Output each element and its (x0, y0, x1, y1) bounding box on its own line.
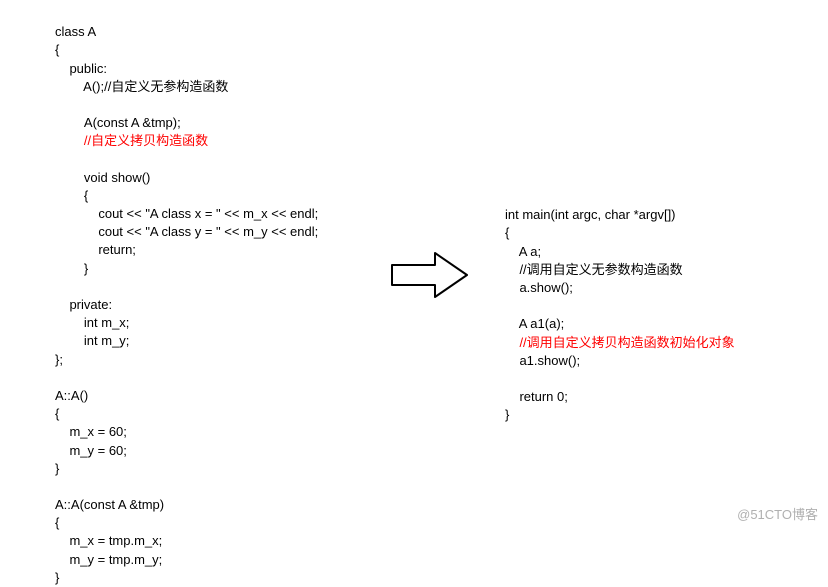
code-line: } (505, 407, 509, 422)
code-line: m_x = 60; (55, 424, 127, 439)
code-line: int m_x; (55, 315, 129, 330)
code-line: m_x = tmp.m_x; (55, 533, 162, 548)
code-line: { (55, 42, 59, 57)
code-line: public: (55, 61, 107, 76)
watermark-text: @51CTO博客 (737, 504, 818, 523)
code-line: { (55, 406, 59, 421)
code-line: int m_y; (55, 333, 129, 348)
arrow-icon (390, 250, 470, 303)
code-line: { (505, 225, 509, 240)
code-line: }; (55, 352, 63, 367)
code-line: m_y = 60; (55, 443, 127, 458)
code-line-highlight: //自定义拷贝构造函数 (55, 133, 208, 148)
left-code-block: class A { public: A();//自定义无参构造函数 A(cons… (55, 5, 318, 587)
code-line: class A (55, 24, 96, 39)
code-line: return 0; (505, 389, 568, 404)
code-line: A a; (505, 244, 541, 259)
code-line: } (55, 461, 59, 476)
code-line: { (55, 188, 88, 203)
code-line: A a1(a); (505, 316, 564, 331)
code-line-highlight: //调用自定义拷贝构造函数初始化对象 (505, 335, 735, 350)
code-line: { (55, 515, 59, 530)
code-line: A::A() (55, 388, 88, 403)
code-line: } (55, 261, 88, 276)
code-line: int main(int argc, char *argv[]) (505, 207, 676, 222)
code-line: cout << "A class y = " << m_y << endl; (55, 224, 318, 239)
code-line: A();//自定义无参构造函数 (55, 79, 228, 94)
code-line: void show() (55, 170, 150, 185)
code-line: A::A(const A &tmp) (55, 497, 164, 512)
code-line: return; (55, 242, 136, 257)
code-line: cout << "A class x = " << m_x << endl; (55, 206, 318, 221)
code-line: A(const A &tmp); (55, 115, 181, 130)
right-code-block: int main(int argc, char *argv[]) { A a; … (505, 188, 735, 424)
code-line: a1.show(); (505, 353, 580, 368)
code-line: a.show(); (505, 280, 573, 295)
code-line: //调用自定义无参数构造函数 (505, 262, 683, 277)
code-line: } (55, 570, 59, 585)
code-line: private: (55, 297, 112, 312)
code-line: m_y = tmp.m_y; (55, 552, 162, 567)
